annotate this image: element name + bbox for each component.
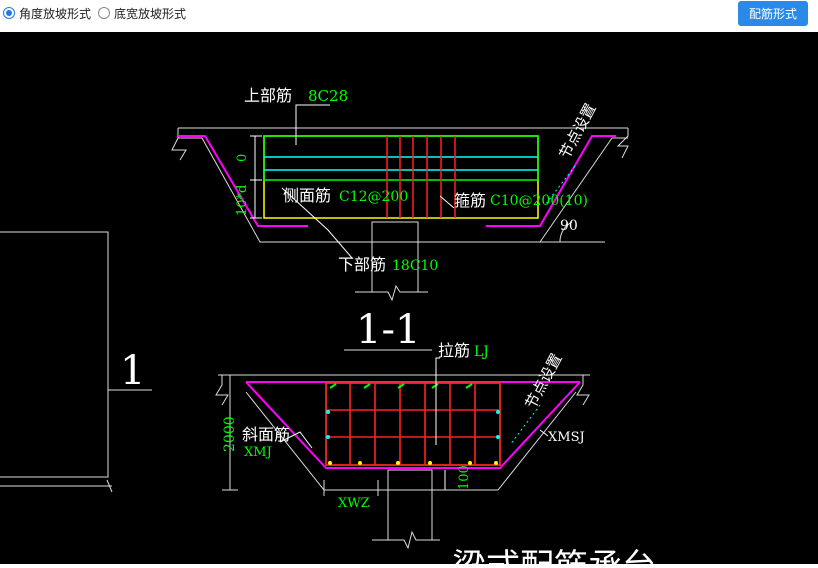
bottom-rebar-label: 下部筋 [338,255,386,274]
side-rebar-lines [264,156,538,171]
mesh-rebar-lower [325,382,501,466]
drawing-title: 梁式配筋承台 [452,547,656,564]
side-dots-lower [326,410,500,439]
radio-selected-icon [3,7,15,19]
bottom-width-slope-radio[interactable]: 底宽放坡形式 [98,4,186,22]
cad-canvas: 1 上部筋 8C28 侧面筋 C12@200 箍筋 C10@200(10) 下部… [0,32,818,568]
xmsj-value: XMSJ [548,430,585,445]
top-rebar-value: 8C28 [308,87,348,105]
cad-drawing: 1 上部筋 8C28 侧面筋 C12@200 箍筋 C10@200(10) 下部… [0,86,656,568]
angle-slope-label: 角度放坡形式 [19,6,92,21]
node-setting-upper[interactable]: 节点设置 [556,100,600,161]
height-value: 2000 [222,416,238,452]
toolbar: 角度放坡形式 底宽放坡形式 配筋形式 [0,0,818,32]
beam-box-lower [325,382,501,466]
top-rebar-label: 上部筋 [244,86,292,105]
tie-value: LJ [474,344,489,360]
top-rebar-zone [263,135,539,181]
stirrup-lines [386,136,456,218]
dim-zero: 0 [235,154,250,162]
section-label: 1-1 [356,307,420,353]
bottom-width-slope-label: 底宽放坡形式 [114,6,187,21]
bottom-rebar-value: 18C10 [392,258,438,274]
xwz-value: XWZ [338,496,370,511]
radio-unselected-icon [98,7,110,19]
side-number: 1 [120,348,145,394]
dim-10d: 10*d [235,185,250,216]
dim-100: 100 [457,465,472,490]
side-rebar-label: 侧面筋 [283,186,331,205]
stirrup-value: C10@200(10) [490,193,588,209]
rebar-form-button[interactable]: 配筋形式 [738,1,808,26]
stirrup-label: 箍筋 [454,191,486,210]
angle-slope-radio[interactable]: 角度放坡形式 [3,4,91,22]
slope-rebar-value: XMJ [244,445,272,460]
slope-rebar-label: 斜面筋 [242,425,290,444]
angle-value: 90 [560,218,578,234]
tie-label: 拉筋 [438,341,470,360]
side-rebar-value: C12@200 [339,189,408,205]
